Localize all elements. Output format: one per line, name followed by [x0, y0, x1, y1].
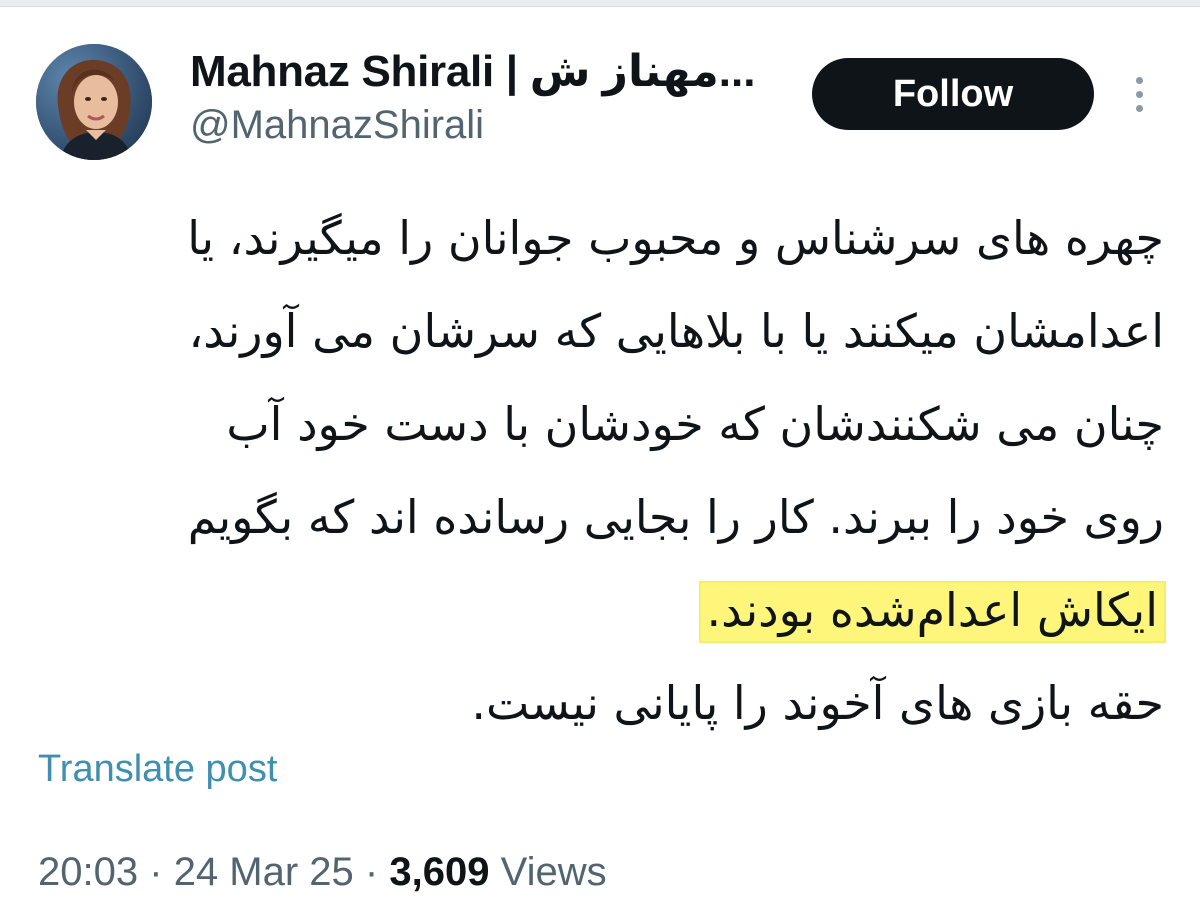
tweet-header: Mahnaz Shirali | مهناز ش... @MahnazShira…: [0, 0, 1200, 175]
views-label: Views: [500, 850, 607, 894]
follow-button[interactable]: Follow: [812, 58, 1094, 130]
author-handle[interactable]: @MahnazShirali: [190, 100, 790, 150]
tweet-line: چهره های سرشناس و محبوب جوانان را میگیرن…: [187, 211, 1164, 265]
meta-separator: ·: [364, 850, 379, 894]
avatar-photo: [36, 44, 152, 160]
tweet-line: اعدامشان میکنند یا با بلاهایی که سرشان م…: [188, 304, 1164, 358]
tweet-line-highlighted: ایکاش اعدام‌شده بودند.: [40, 564, 1164, 657]
meta-separator: ·: [149, 850, 163, 894]
tweet-meta: 20:03 · 24 Mar 25 · 3,609 Views: [38, 850, 607, 895]
post-time[interactable]: 20:03: [38, 850, 138, 894]
more-vertical-icon[interactable]: [1124, 68, 1154, 120]
more-dot: [1135, 104, 1143, 112]
tweet-text: چهره های سرشناس و محبوب جوانان را میگیرن…: [40, 192, 1164, 750]
tweet-line: روی خود را ببرند. کار را بجایی رسانده ان…: [187, 490, 1164, 544]
tweet-line: حقه بازی های آخوند را پایانی نیست.: [471, 676, 1164, 730]
post-date[interactable]: 24 Mar 25: [174, 850, 354, 894]
translate-post-link[interactable]: Translate post: [38, 748, 277, 791]
author-block: Mahnaz Shirali | مهناز ش... @MahnazShira…: [190, 46, 790, 150]
display-name[interactable]: Mahnaz Shirali | مهناز ش...: [190, 46, 790, 98]
tweet-line: چنان می شکنندشان که خودشان با دست خود آب: [226, 397, 1164, 451]
highlighted-text: ایکاش اعدام‌شده بودند.: [700, 583, 1164, 641]
more-dot: [1135, 76, 1143, 84]
views-count: 3,609: [389, 850, 490, 894]
more-dot: [1135, 90, 1143, 98]
avatar[interactable]: [36, 44, 152, 160]
